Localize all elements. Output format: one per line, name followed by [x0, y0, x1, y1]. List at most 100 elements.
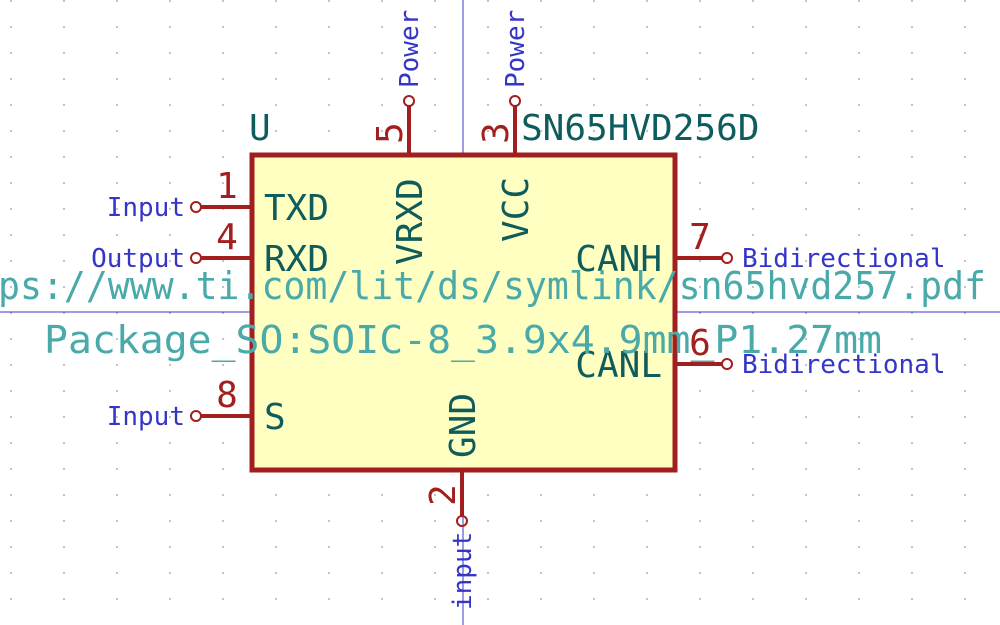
- grid-dot: [858, 130, 860, 132]
- grid-dot: [222, 0, 224, 2]
- grid-dot: [328, 598, 330, 600]
- value-field[interactable]: SN65HVD256D: [521, 108, 759, 149]
- grid-dot: [222, 26, 224, 28]
- grid-dot: [63, 390, 65, 392]
- grid-dot: [752, 598, 754, 600]
- grid-dot: [63, 416, 65, 418]
- grid-dot: [381, 546, 383, 548]
- grid-dot: [805, 26, 807, 28]
- grid-dot: [593, 78, 595, 80]
- grid-dot: [10, 390, 12, 392]
- grid-dot: [805, 390, 807, 392]
- pin-end-circle: [509, 95, 521, 107]
- grid-dot: [381, 104, 383, 106]
- grid-dot: [63, 442, 65, 444]
- grid-dot: [752, 520, 754, 522]
- grid-dot: [487, 104, 489, 106]
- grid-dot: [328, 572, 330, 574]
- grid-dot: [116, 156, 118, 158]
- reference-field[interactable]: U: [249, 108, 271, 149]
- grid-dot: [964, 0, 966, 2]
- grid-dot: [964, 468, 966, 470]
- grid-dot: [858, 234, 860, 236]
- grid-dot: [699, 520, 701, 522]
- grid-dot: [434, 0, 436, 2]
- grid-dot: [10, 0, 12, 2]
- grid-dot: [699, 0, 701, 2]
- grid-dot: [434, 130, 436, 132]
- grid-dot: [328, 494, 330, 496]
- grid-dot: [10, 260, 12, 262]
- grid-dot: [646, 78, 648, 80]
- grid-dot: [858, 494, 860, 496]
- pin-name: VCC: [496, 177, 537, 242]
- grid-dot: [911, 572, 913, 574]
- grid-dot: [964, 156, 966, 158]
- grid-dot: [805, 494, 807, 496]
- grid-dot: [487, 494, 489, 496]
- grid-dot: [858, 520, 860, 522]
- grid-dot: [752, 78, 754, 80]
- grid-dot: [646, 494, 648, 496]
- grid-dot: [699, 208, 701, 210]
- grid-dot: [116, 182, 118, 184]
- grid-dot: [911, 338, 913, 340]
- grid-dot: [911, 442, 913, 444]
- grid-dot: [275, 520, 277, 522]
- grid-dot: [752, 546, 754, 548]
- grid-dot: [805, 598, 807, 600]
- grid-dot: [10, 104, 12, 106]
- grid-dot: [222, 546, 224, 548]
- datasheet-field[interactable]: ps://www.ti.com/lit/ds/symlink/sn65hvd25…: [0, 264, 986, 308]
- grid-dot: [858, 182, 860, 184]
- grid-dot: [964, 598, 966, 600]
- grid-dot: [169, 598, 171, 600]
- grid-dot: [222, 78, 224, 80]
- grid-dot: [699, 104, 701, 106]
- grid-dot: [63, 104, 65, 106]
- grid-dot: [434, 104, 436, 106]
- grid-dot: [116, 598, 118, 600]
- grid-dot: [222, 52, 224, 54]
- pin-name: TXD: [264, 188, 329, 229]
- grid-dot: [328, 520, 330, 522]
- grid-dot: [275, 104, 277, 106]
- grid-dot: [328, 26, 330, 28]
- grid-dot: [381, 520, 383, 522]
- grid-dot: [858, 208, 860, 210]
- grid-dot: [10, 494, 12, 496]
- grid-dot: [805, 572, 807, 574]
- grid-dot: [63, 520, 65, 522]
- grid-dot: [63, 494, 65, 496]
- grid-dot: [275, 494, 277, 496]
- grid-dot: [699, 546, 701, 548]
- grid-dot: [805, 416, 807, 418]
- grid-dot: [805, 520, 807, 522]
- grid-dot: [381, 52, 383, 54]
- grid-dot: [169, 546, 171, 548]
- grid-dot: [964, 494, 966, 496]
- pin-end-circle: [190, 252, 202, 264]
- grid-dot: [540, 546, 542, 548]
- grid-dot: [752, 494, 754, 496]
- grid-dot: [10, 182, 12, 184]
- grid-dot: [805, 52, 807, 54]
- grid-dot: [752, 208, 754, 210]
- grid-dot: [10, 78, 12, 80]
- grid-dot: [858, 52, 860, 54]
- grid-dot: [911, 78, 913, 80]
- grid-dot: [593, 572, 595, 574]
- grid-dot: [381, 78, 383, 80]
- grid-dot: [964, 78, 966, 80]
- grid-dot: [63, 0, 65, 2]
- grid-dot: [593, 26, 595, 28]
- footprint-field[interactable]: Package_SO:SOIC-8_3.9x4.9mm_P1.27mm: [44, 318, 882, 363]
- grid-dot: [540, 78, 542, 80]
- grid-dot: [63, 26, 65, 28]
- grid-dot: [222, 442, 224, 444]
- grid-dot: [169, 442, 171, 444]
- grid-dot: [593, 598, 595, 600]
- grid-dot: [540, 572, 542, 574]
- grid-dot: [222, 364, 224, 366]
- grid-dot: [275, 572, 277, 574]
